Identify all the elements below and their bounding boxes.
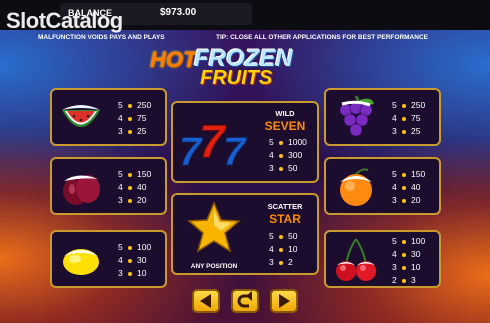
star-label: STAR [269, 212, 301, 226]
paytable-scatter-star: ANY POSITION SCATTER STAR 5 50 4 10 32 [171, 193, 319, 275]
watermelon-pays: 5 250 4 75 3 25 [118, 100, 152, 136]
tip-text: TIP: CLOSE ALL OTHER APPLICATIONS FOR BE… [216, 34, 428, 41]
watermark: SlotCatalog [6, 8, 123, 33]
paytable-plum: 5 150 4 40 3 20 [50, 157, 167, 215]
paytable-wild-seven: 7 7 7 WILD SEVEN 5 1000 4 300 3 50 [171, 101, 319, 183]
cherries-icon [336, 238, 376, 281]
orange-icon [340, 168, 372, 206]
prev-page-button[interactable] [192, 289, 220, 313]
svg-text:7: 7 [199, 115, 227, 167]
plum-pays: 5 150 4 40 3 20 [118, 169, 152, 205]
paytable-grapes: 5 250 4 75 3 25 [324, 88, 441, 146]
seven-icon: 7 7 7 [179, 115, 248, 174]
scatter-pays: 5 50 4 10 32 [269, 231, 298, 267]
logo-hot: HOT [150, 47, 197, 72]
paytable-lemon: 5 100 4 30 3 10 [50, 230, 167, 288]
star-icon [187, 201, 241, 253]
arrow-left-icon [200, 294, 211, 308]
balance-value: $973.00 [160, 7, 197, 18]
lemon-icon [63, 249, 99, 275]
wild-pays: 5 1000 4 300 3 50 [269, 137, 307, 173]
logo-fruits: FRUITS [200, 67, 273, 89]
grapes-icon [339, 95, 374, 137]
lemon-pays: 5 100 4 30 3 10 [118, 242, 152, 278]
disclaimer-text: MALFUNCTION VOIDS PAYS AND PLAYS [38, 34, 165, 41]
return-icon [237, 291, 252, 308]
orange-pays: 5 150 4 40 3 20 [392, 169, 426, 205]
paytable-orange: 5 150 4 40 3 20 [324, 157, 441, 215]
wild-label: WILD [275, 109, 295, 118]
next-page-button[interactable] [270, 289, 298, 313]
scatter-label: SCATTER [267, 202, 303, 211]
svg-text:7: 7 [223, 130, 247, 173]
game-logo: HOT FROZEN FRUITS [150, 45, 340, 97]
paytable-cherries: 5 100 4 30 3 10 23 [324, 230, 441, 288]
watermelon-icon [62, 105, 100, 127]
plum-icon [63, 175, 100, 205]
paytable-watermelon: 5 250 4 75 3 25 [50, 88, 167, 146]
seven-label: SEVEN [264, 119, 306, 133]
arrow-right-icon [279, 294, 290, 308]
any-position-label: ANY POSITION [190, 263, 238, 270]
grapes-pays: 5 250 4 75 3 25 [392, 100, 426, 136]
cherries-pays: 5 100 4 30 3 10 23 [392, 236, 426, 285]
return-button[interactable] [231, 289, 259, 313]
